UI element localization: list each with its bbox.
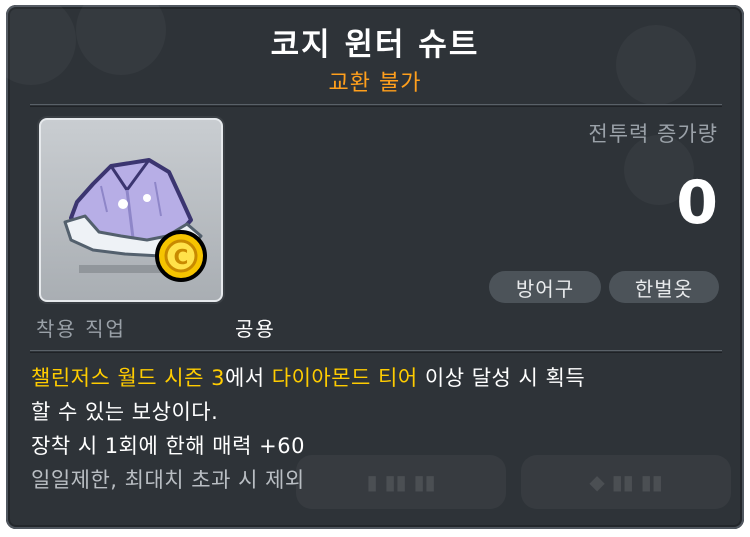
combat-power-label: 전투력 증가량 [588,122,718,146]
description-text: 이상 달성 시 획득 [417,366,586,390]
combat-power-value: 0 [676,168,718,238]
highlight-world: 챌린저스 월드 시즌 3 [31,366,225,390]
item-icon-frame: C [39,118,223,302]
winter-suit-icon: C [63,158,207,282]
highlight-tier: 다이아몬드 티어 [271,366,418,390]
tag-overall: 한벌옷 [609,271,719,303]
item-tooltip: ▮ ▮▮ ▮▮ ◆ ▮▮ ▮▮ 코지 윈터 슈트 교환 불가 C 전투력 증가량… [6,5,744,529]
divider [30,350,722,353]
description-text: 에서 [224,366,272,390]
job-value: 공용 [235,317,276,341]
description-line-4: 일일제한, 최대치 초과 시 제외 [31,468,305,492]
svg-text:C: C [174,245,189,269]
item-name: 코지 윈터 슈트 [270,27,480,63]
description-line-2: 할 수 있는 보상이다. [31,400,219,424]
gold-coin-icon: C [155,230,207,282]
description-line-1: 챌린저스 월드 시즌 3에서 다이아몬드 티어 이상 달성 시 획득 [31,361,721,395]
divider [30,104,722,107]
trade-status: 교환 불가 [328,71,422,96]
tag-armor: 방어구 [489,271,601,303]
description-line-3: 장착 시 1회에 한해 매력 +60 [31,434,305,458]
item-description: 챌린저스 월드 시즌 3에서 다이아몬드 티어 이상 달성 시 획득 할 수 있… [31,361,721,497]
job-label: 착용 직업 [36,317,126,341]
